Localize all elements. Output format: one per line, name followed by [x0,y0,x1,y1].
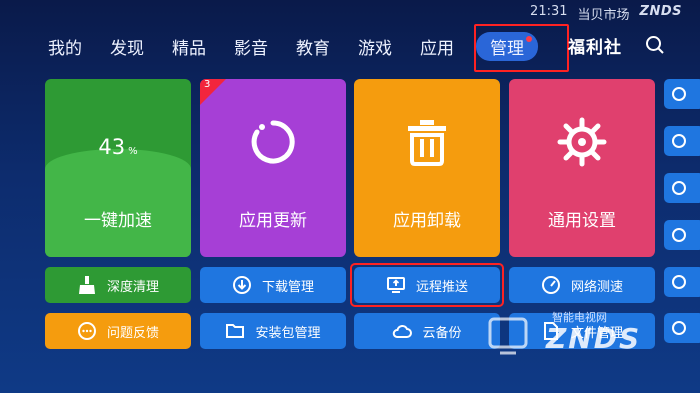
speedometer-icon [541,276,560,294]
nav-welfare[interactable]: 福利社 [568,33,622,58]
watermark-text: ZNDS [546,322,642,355]
button-label: 问题反馈 [106,325,159,341]
nav-apps[interactable]: 应用 [420,34,454,59]
tile-label: 通用设置 [548,211,616,231]
gear-icon [557,117,607,167]
refresh-icon [251,120,295,164]
trash-icon [408,120,446,166]
side-button[interactable] [664,173,700,203]
download-icon [232,276,251,294]
side-button[interactable] [664,126,700,156]
app-brand: 当贝市场 [577,8,630,23]
cloud-icon [393,324,413,338]
button-label: 网络测速 [570,279,623,295]
tile-label: 一键加速 [84,211,152,231]
nav-discover[interactable]: 发现 [110,34,144,59]
nav-featured[interactable]: 精品 [172,34,206,59]
package-manager-button[interactable]: 安装包管理 [200,313,346,349]
circle-icon [672,275,686,289]
button-label: 云备份 [422,325,462,341]
remote-push-highlight-box [350,263,504,307]
download-manager-button[interactable]: 下载管理 [200,267,346,303]
top-nav: 我的 发现 精品 影音 教育 游戏 应用 管理 [48,31,548,61]
nav-media[interactable]: 影音 [234,34,268,59]
znds-logo: ZNDS [639,4,682,19]
deep-clean-button[interactable]: 深度清理 [45,267,191,303]
circle-icon [672,228,686,242]
side-button[interactable] [664,220,700,250]
tile-label: 应用卸载 [393,211,461,231]
tile-general-settings[interactable]: 通用设置 [509,79,655,257]
nav-education[interactable]: 教育 [296,34,330,59]
nav-highlight-box [474,24,569,72]
tile-app-update[interactable]: 3 应用更新 [200,79,346,257]
nav-mine[interactable]: 我的 [48,34,82,59]
status-bar: 21:31 当贝市场 ZNDS [530,4,682,23]
side-button[interactable] [664,267,700,297]
button-label: 下载管理 [261,279,314,295]
chat-dots-icon [77,322,96,340]
speedup-percent: 43% [98,135,138,159]
side-button[interactable] [664,79,700,109]
clock: 21:31 [530,4,568,19]
cloud-backup-button[interactable]: 云备份 [354,313,500,349]
network-speedtest-button[interactable]: 网络测速 [509,267,655,303]
nav-games[interactable]: 游戏 [358,34,392,59]
feedback-button[interactable]: 问题反馈 [45,313,191,349]
search-icon[interactable] [645,35,665,55]
button-label: 安装包管理 [255,325,321,341]
wave-decoration [45,149,191,257]
update-count: 3 [204,79,211,90]
circle-icon [672,134,686,148]
button-label: 深度清理 [106,279,159,295]
tile-app-uninstall[interactable]: 应用卸载 [354,79,500,257]
tile-label: 应用更新 [239,211,307,231]
tile-one-key-speedup[interactable]: 43% 一键加速 [45,79,191,257]
broom-icon [78,276,95,294]
folder-icon [226,324,245,338]
circle-icon [672,181,686,195]
circle-icon [672,87,686,101]
